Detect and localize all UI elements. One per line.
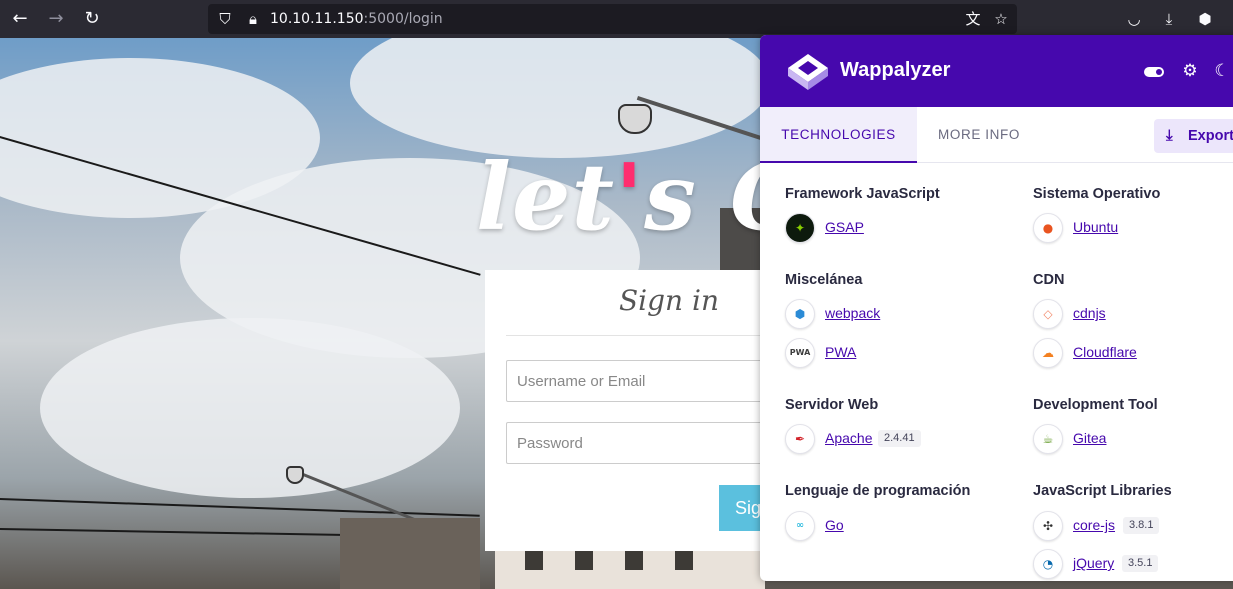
pwa-icon: PWA xyxy=(785,338,815,368)
tech-name[interactable]: Gitea xyxy=(1073,430,1106,446)
tech-version: 3.5.1 xyxy=(1122,555,1159,572)
tab-more-info[interactable]: MORE INFO xyxy=(917,107,1041,163)
cloudflare-icon: ☁ xyxy=(1033,338,1063,368)
translate-icon[interactable]: 文 xyxy=(962,8,984,30)
wappalyzer-brand: Wappalyzer xyxy=(840,59,951,81)
wappalyzer-popup: Wappalyzer ⚙ ☾ TECHNOLOGIES MORE INFO ⤓ … xyxy=(760,35,1233,581)
browser-toolbar: ← → ↻ ⛉ 🔒︎ 10.10.11.150:5000/login 文 ☆ ◡… xyxy=(0,0,1233,38)
username-input[interactable] xyxy=(507,361,784,401)
gitea-icon: ☕ xyxy=(1033,424,1063,454)
reload-icon[interactable]: ↻ xyxy=(80,7,104,31)
tech-name[interactable]: core-js xyxy=(1073,517,1115,533)
download-icon[interactable]: ⤓ xyxy=(1158,8,1180,30)
username-field[interactable] xyxy=(506,360,785,402)
gsap-icon: ✦ xyxy=(785,213,815,243)
tech-name[interactable]: cdnjs xyxy=(1073,305,1106,321)
tech-name[interactable]: Cloudflare xyxy=(1073,344,1137,360)
shield-icon[interactable]: ⛉ xyxy=(214,8,236,30)
forward-arrow-icon[interactable]: → xyxy=(44,7,68,31)
gear-icon[interactable]: ⚙ xyxy=(1179,60,1201,82)
moon-icon[interactable]: ☾ xyxy=(1211,60,1233,82)
ubuntu-icon: ● xyxy=(1033,213,1063,243)
house-roof xyxy=(340,518,480,589)
tech-name[interactable]: Ubuntu xyxy=(1073,219,1118,235)
street-lamp xyxy=(618,104,652,134)
category-title: Lenguaje de programación xyxy=(785,483,971,499)
wappalyzer-header: Wappalyzer ⚙ ☾ xyxy=(760,35,1233,107)
category-title: Framework JavaScript xyxy=(785,186,940,202)
export-label: Export xyxy=(1188,128,1233,144)
password-field[interactable] xyxy=(506,422,785,464)
go-icon: ∞ xyxy=(785,511,815,541)
url-path: :5000/login xyxy=(363,11,443,27)
cloud xyxy=(350,38,770,158)
tech-version: 2.4.41 xyxy=(878,430,921,447)
tab-technologies[interactable]: TECHNOLOGIES xyxy=(760,107,917,163)
export-button[interactable]: ⤓ Export xyxy=(1154,119,1233,153)
category-title: Miscelánea xyxy=(785,272,863,288)
jquery-icon: ◔ xyxy=(1033,549,1063,579)
url-host: 10.10.11.150 xyxy=(270,11,364,27)
tech-name[interactable]: jQuery xyxy=(1073,555,1114,571)
tech-name[interactable]: PWA xyxy=(825,344,856,360)
tech-version: 3.8.1 xyxy=(1123,517,1160,534)
category-title: CDN xyxy=(1033,272,1065,288)
hero-title-apostrophe: ' xyxy=(614,143,645,251)
tech-name[interactable]: webpack xyxy=(825,305,880,321)
category-title: Development Tool xyxy=(1033,397,1158,413)
tech-name[interactable]: Apache xyxy=(825,430,872,446)
tech-name[interactable]: GSAP xyxy=(825,219,864,235)
power-line xyxy=(0,498,480,517)
back-arrow-icon[interactable]: ← xyxy=(8,7,32,31)
url-text[interactable]: 10.10.11.150:5000/login xyxy=(270,11,443,27)
wappalyzer-logo-icon xyxy=(788,54,828,90)
street-lamp xyxy=(286,466,304,484)
cloud xyxy=(40,318,460,498)
apache-feather-icon: ✒ xyxy=(785,424,815,454)
category-title: Servidor Web xyxy=(785,397,879,413)
extension-icon[interactable]: ⬢ xyxy=(1194,8,1216,30)
category-title: Sistema Operativo xyxy=(1033,186,1161,202)
webpack-icon: ⬢ xyxy=(785,299,815,329)
lock-icon[interactable]: 🔒︎ xyxy=(242,8,264,30)
divider xyxy=(506,335,785,336)
address-bar[interactable]: ⛉ 🔒︎ 10.10.11.150:5000/login 文 ☆ xyxy=(208,4,1017,34)
core-js-icon: ✣ xyxy=(1033,511,1063,541)
enable-toggle[interactable] xyxy=(1144,67,1164,77)
star-icon[interactable]: ☆ xyxy=(990,8,1012,30)
pocket-icon[interactable]: ◡ xyxy=(1123,8,1145,30)
category-title: JavaScript Libraries xyxy=(1033,483,1172,499)
cdnjs-icon: ◇ xyxy=(1033,299,1063,329)
signin-card: Sign in Sig xyxy=(485,270,799,551)
tech-name[interactable]: Go xyxy=(825,517,844,533)
download-icon: ⤓ xyxy=(1166,127,1173,144)
wappalyzer-tabs: TECHNOLOGIES MORE INFO ⤓ Export xyxy=(760,107,1233,163)
hero-title-part: let xyxy=(476,143,615,251)
password-input[interactable] xyxy=(507,423,784,463)
